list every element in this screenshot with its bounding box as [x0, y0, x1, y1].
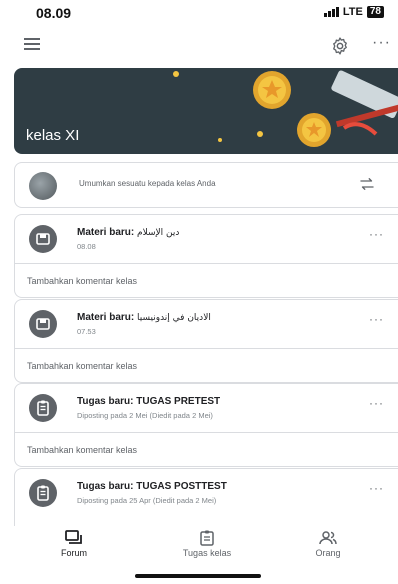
post-more-icon[interactable]: ··· — [369, 481, 384, 495]
post-time: 08.08 — [77, 242, 96, 251]
assignment-icon — [29, 479, 57, 507]
post-time: Diposting pada 25 Apr (Diedit pada 2 Mei… — [77, 496, 217, 505]
nav-people[interactable]: Orang — [308, 530, 348, 558]
post-card[interactable]: Materi baru: دين الإسلام 08.08 ··· Tamba… — [14, 214, 398, 298]
classwork-icon — [200, 530, 214, 546]
post-card[interactable]: Tugas baru: TUGAS POSTTEST Diposting pad… — [14, 468, 398, 526]
nav-forum-label: Forum — [60, 548, 87, 558]
post-title-text: TUGAS PRETEST — [136, 396, 221, 407]
menu-icon[interactable] — [24, 38, 40, 54]
post-more-icon[interactable]: ··· — [369, 312, 384, 326]
forum-icon — [65, 530, 82, 544]
comment-row[interactable]: Tambahkan komentar kelas — [15, 432, 398, 468]
home-indicator[interactable] — [135, 574, 261, 578]
class-banner[interactable]: kelas XI — [14, 68, 398, 154]
add-comment-link[interactable]: Tambahkan komentar kelas — [27, 361, 137, 371]
nav-classwork-label: Tugas kelas — [182, 548, 232, 558]
comment-row[interactable]: Tambahkan komentar kelas — [15, 263, 398, 299]
add-comment-link[interactable]: Tambahkan komentar kelas — [27, 445, 137, 455]
announce-input[interactable]: Umumkan sesuatu kepada kelas Anda — [79, 179, 216, 188]
material-icon — [29, 310, 57, 338]
announce-card[interactable]: Umumkan sesuatu kepada kelas Anda — [14, 162, 398, 208]
nav-classwork[interactable]: Tugas kelas — [172, 530, 242, 558]
post-title-text: الاديان في إندونيسيا — [137, 313, 211, 323]
app-bar: ··· — [0, 26, 398, 66]
people-icon — [319, 531, 337, 545]
post-header[interactable]: Materi baru: دين الإسلام 08.08 ··· — [15, 215, 398, 263]
post-header[interactable]: Tugas baru: TUGAS POSTTEST Diposting pad… — [15, 469, 398, 517]
post-title-text: TUGAS POSTTEST — [136, 481, 227, 492]
post-label: Tugas baru: — [77, 481, 137, 492]
comment-row[interactable]: Tambahkan komentar kelas — [15, 348, 398, 384]
battery-icon: 78 — [366, 6, 384, 18]
post-header[interactable]: Materi baru: الاديان في إندونيسيا 07.53 … — [15, 300, 398, 348]
bottom-navigation: Forum Tugas kelas Orang — [0, 526, 398, 566]
post-title: Materi baru: دين الإسلام — [77, 227, 179, 238]
post-label: Tugas baru: — [77, 396, 137, 407]
nav-forum[interactable]: Forum — [56, 530, 92, 558]
add-comment-link[interactable]: Tambahkan komentar kelas — [27, 276, 137, 286]
status-indicators: LTE 78 — [323, 6, 384, 18]
assignment-icon — [29, 394, 57, 422]
avatar — [29, 172, 57, 200]
post-card[interactable]: Materi baru: الاديان في إندونيسيا 07.53 … — [14, 299, 398, 383]
material-icon — [29, 225, 57, 253]
post-title: Materi baru: الاديان في إندونيسيا — [77, 312, 211, 323]
signal-icon — [323, 7, 339, 17]
gear-icon[interactable] — [330, 36, 350, 56]
more-vert-icon[interactable]: ··· — [372, 34, 391, 52]
status-time: 08.09 — [36, 5, 72, 21]
post-title: Tugas baru: TUGAS PRETEST — [77, 396, 220, 407]
post-title-text: دين الإسلام — [137, 228, 180, 238]
post-title: Tugas baru: TUGAS POSTTEST — [77, 481, 227, 492]
post-header[interactable]: Tugas baru: TUGAS PRETEST Diposting pada… — [15, 384, 398, 432]
post-label: Materi baru: — [77, 312, 138, 323]
post-label: Materi baru: — [77, 227, 138, 238]
post-time: Diposting pada 2 Mei (Diedit pada 2 Mei) — [77, 411, 213, 420]
repost-icon[interactable] — [358, 175, 376, 193]
network-type: LTE — [342, 6, 363, 18]
nav-people-label: Orang — [315, 548, 341, 558]
class-title: kelas XI — [26, 127, 80, 144]
post-more-icon[interactable]: ··· — [369, 396, 384, 410]
post-more-icon[interactable]: ··· — [369, 227, 384, 241]
post-time: 07.53 — [77, 327, 96, 336]
status-bar: 08.09 LTE 78 — [0, 0, 398, 26]
post-card[interactable]: Tugas baru: TUGAS PRETEST Diposting pada… — [14, 383, 398, 467]
